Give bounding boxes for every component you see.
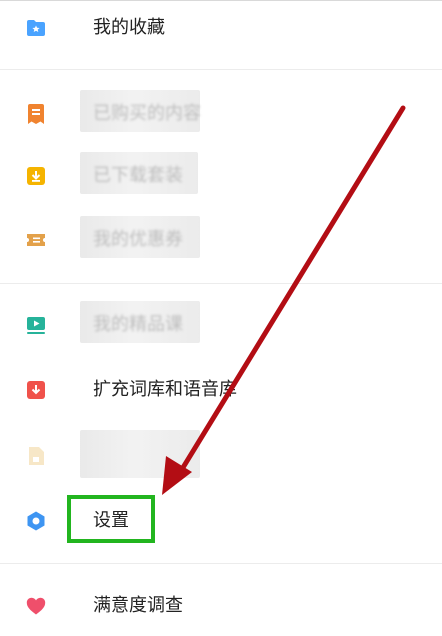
menu-item-favorites[interactable]: 我的收藏 <box>0 0 442 56</box>
menu-item-survey[interactable]: 满意度调查 <box>0 578 442 634</box>
menu-item-label: 已下载套装 <box>93 165 183 186</box>
menu-item-label: 扩充词库和语音库 <box>93 379 237 400</box>
receipt-icon <box>28 104 44 124</box>
menu-item-label: 满意度调查 <box>93 595 183 616</box>
menu-item-purchased[interactable]: 已购买的内容 <box>0 86 442 142</box>
menu-item-label: 我的优惠券 <box>93 229 183 250</box>
ticket-icon <box>27 234 45 246</box>
settings-highlight-box <box>67 495 155 543</box>
video-lesson-icon <box>27 317 45 334</box>
section-divider <box>0 563 442 564</box>
menu-item-label: 我的收藏 <box>93 17 165 38</box>
menu-item-label: 已购买的内容 <box>93 103 201 124</box>
menu-item-courses[interactable]: 我的精品课 <box>0 297 442 353</box>
heart-icon <box>26 597 46 615</box>
hexagon-settings-icon <box>27 511 45 531</box>
menu-item-expand-lexicon[interactable]: 扩充词库和语音库 <box>0 362 442 418</box>
document-icon <box>29 447 44 465</box>
download-box-icon <box>27 167 45 185</box>
menu-item-coupons[interactable]: 我的优惠券 <box>0 212 442 268</box>
blurred-label-mask <box>80 430 200 478</box>
menu-item-label: 我的精品课 <box>93 314 183 335</box>
section-divider <box>0 283 442 284</box>
menu-item-downloaded[interactable]: 已下载套装 <box>0 148 442 204</box>
download-icon <box>27 381 45 399</box>
menu-item-hidden[interactable] <box>0 428 442 484</box>
section-divider <box>0 69 442 70</box>
folder-star-icon <box>27 20 45 36</box>
